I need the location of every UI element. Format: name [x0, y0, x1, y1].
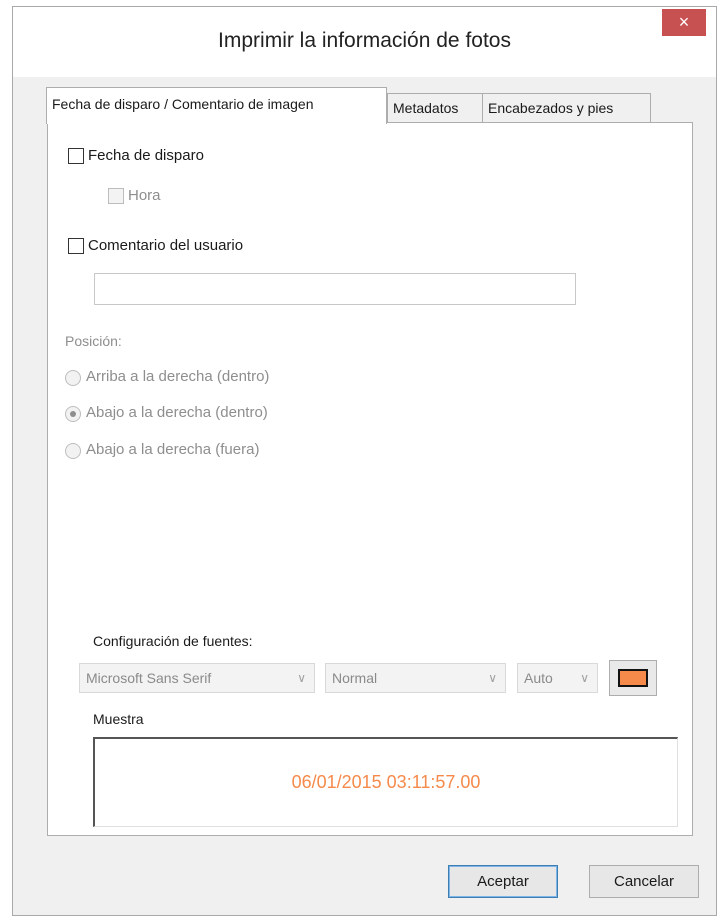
chevron-down-icon: ∨ — [297, 671, 306, 685]
tab-label: Metadatos — [393, 100, 459, 116]
time-checkbox[interactable] — [108, 188, 124, 204]
sample-preview: 06/01/2015 03:11:57.00 — [93, 737, 678, 827]
sample-text: 06/01/2015 03:11:57.00 — [291, 772, 481, 792]
title-bar: Imprimir la información de fotos × — [13, 7, 716, 77]
font-style-value: Normal — [332, 670, 378, 686]
chevron-down-icon: ∨ — [488, 671, 497, 685]
shoot-date-label[interactable]: Fecha de disparo — [88, 147, 204, 164]
tab-shoot-date-comment[interactable]: Fecha de disparo / Comentario de imagen — [46, 87, 387, 124]
font-color-button[interactable] — [609, 660, 657, 696]
user-comment-input[interactable] — [94, 273, 576, 305]
font-family-select[interactable]: Microsoft Sans Serif ∨ — [79, 663, 315, 693]
radio-selected-dot — [70, 411, 76, 417]
color-swatch-icon — [618, 669, 648, 687]
position-option-label: Abajo a la derecha (fuera) — [86, 441, 260, 458]
print-photo-info-dialog: Imprimir la información de fotos × Fecha… — [12, 6, 717, 916]
tab-label: Fecha de disparo / Comentario de imagen — [52, 96, 314, 112]
ok-button[interactable]: Aceptar — [448, 865, 558, 898]
position-option-label: Arriba a la derecha (dentro) — [86, 368, 270, 385]
tab-headers-footers[interactable]: Encabezados y pies — [482, 93, 651, 123]
tab-metadata[interactable]: Metadatos — [387, 93, 483, 123]
dialog-title: Imprimir la información de fotos — [218, 29, 511, 52]
position-top-right-inside-radio[interactable] — [65, 370, 81, 386]
font-style-select[interactable]: Normal ∨ — [325, 663, 506, 693]
position-bottom-right-inside-radio[interactable] — [65, 406, 81, 422]
chevron-down-icon: ∨ — [580, 671, 589, 685]
user-comment-checkbox[interactable] — [68, 238, 84, 254]
close-button[interactable]: × — [662, 9, 706, 36]
cancel-button[interactable]: Cancelar — [589, 865, 699, 898]
time-label: Hora — [128, 187, 161, 204]
font-settings-label: Configuración de fuentes: — [93, 633, 253, 649]
tab-label: Encabezados y pies — [488, 100, 614, 116]
position-option-label: Abajo a la derecha (dentro) — [86, 404, 268, 421]
shoot-date-checkbox[interactable] — [68, 148, 84, 164]
position-label: Posición: — [65, 333, 122, 349]
position-bottom-right-outside-radio[interactable] — [65, 443, 81, 459]
font-family-value: Microsoft Sans Serif — [86, 670, 212, 686]
user-comment-label[interactable]: Comentario del usuario — [88, 237, 243, 254]
sample-label: Muestra — [93, 711, 144, 727]
font-size-select[interactable]: Auto ∨ — [517, 663, 598, 693]
tab-panel: Fecha de disparo Hora Comentario del usu… — [47, 122, 693, 836]
font-size-value: Auto — [524, 670, 553, 686]
close-icon: × — [678, 12, 690, 32]
